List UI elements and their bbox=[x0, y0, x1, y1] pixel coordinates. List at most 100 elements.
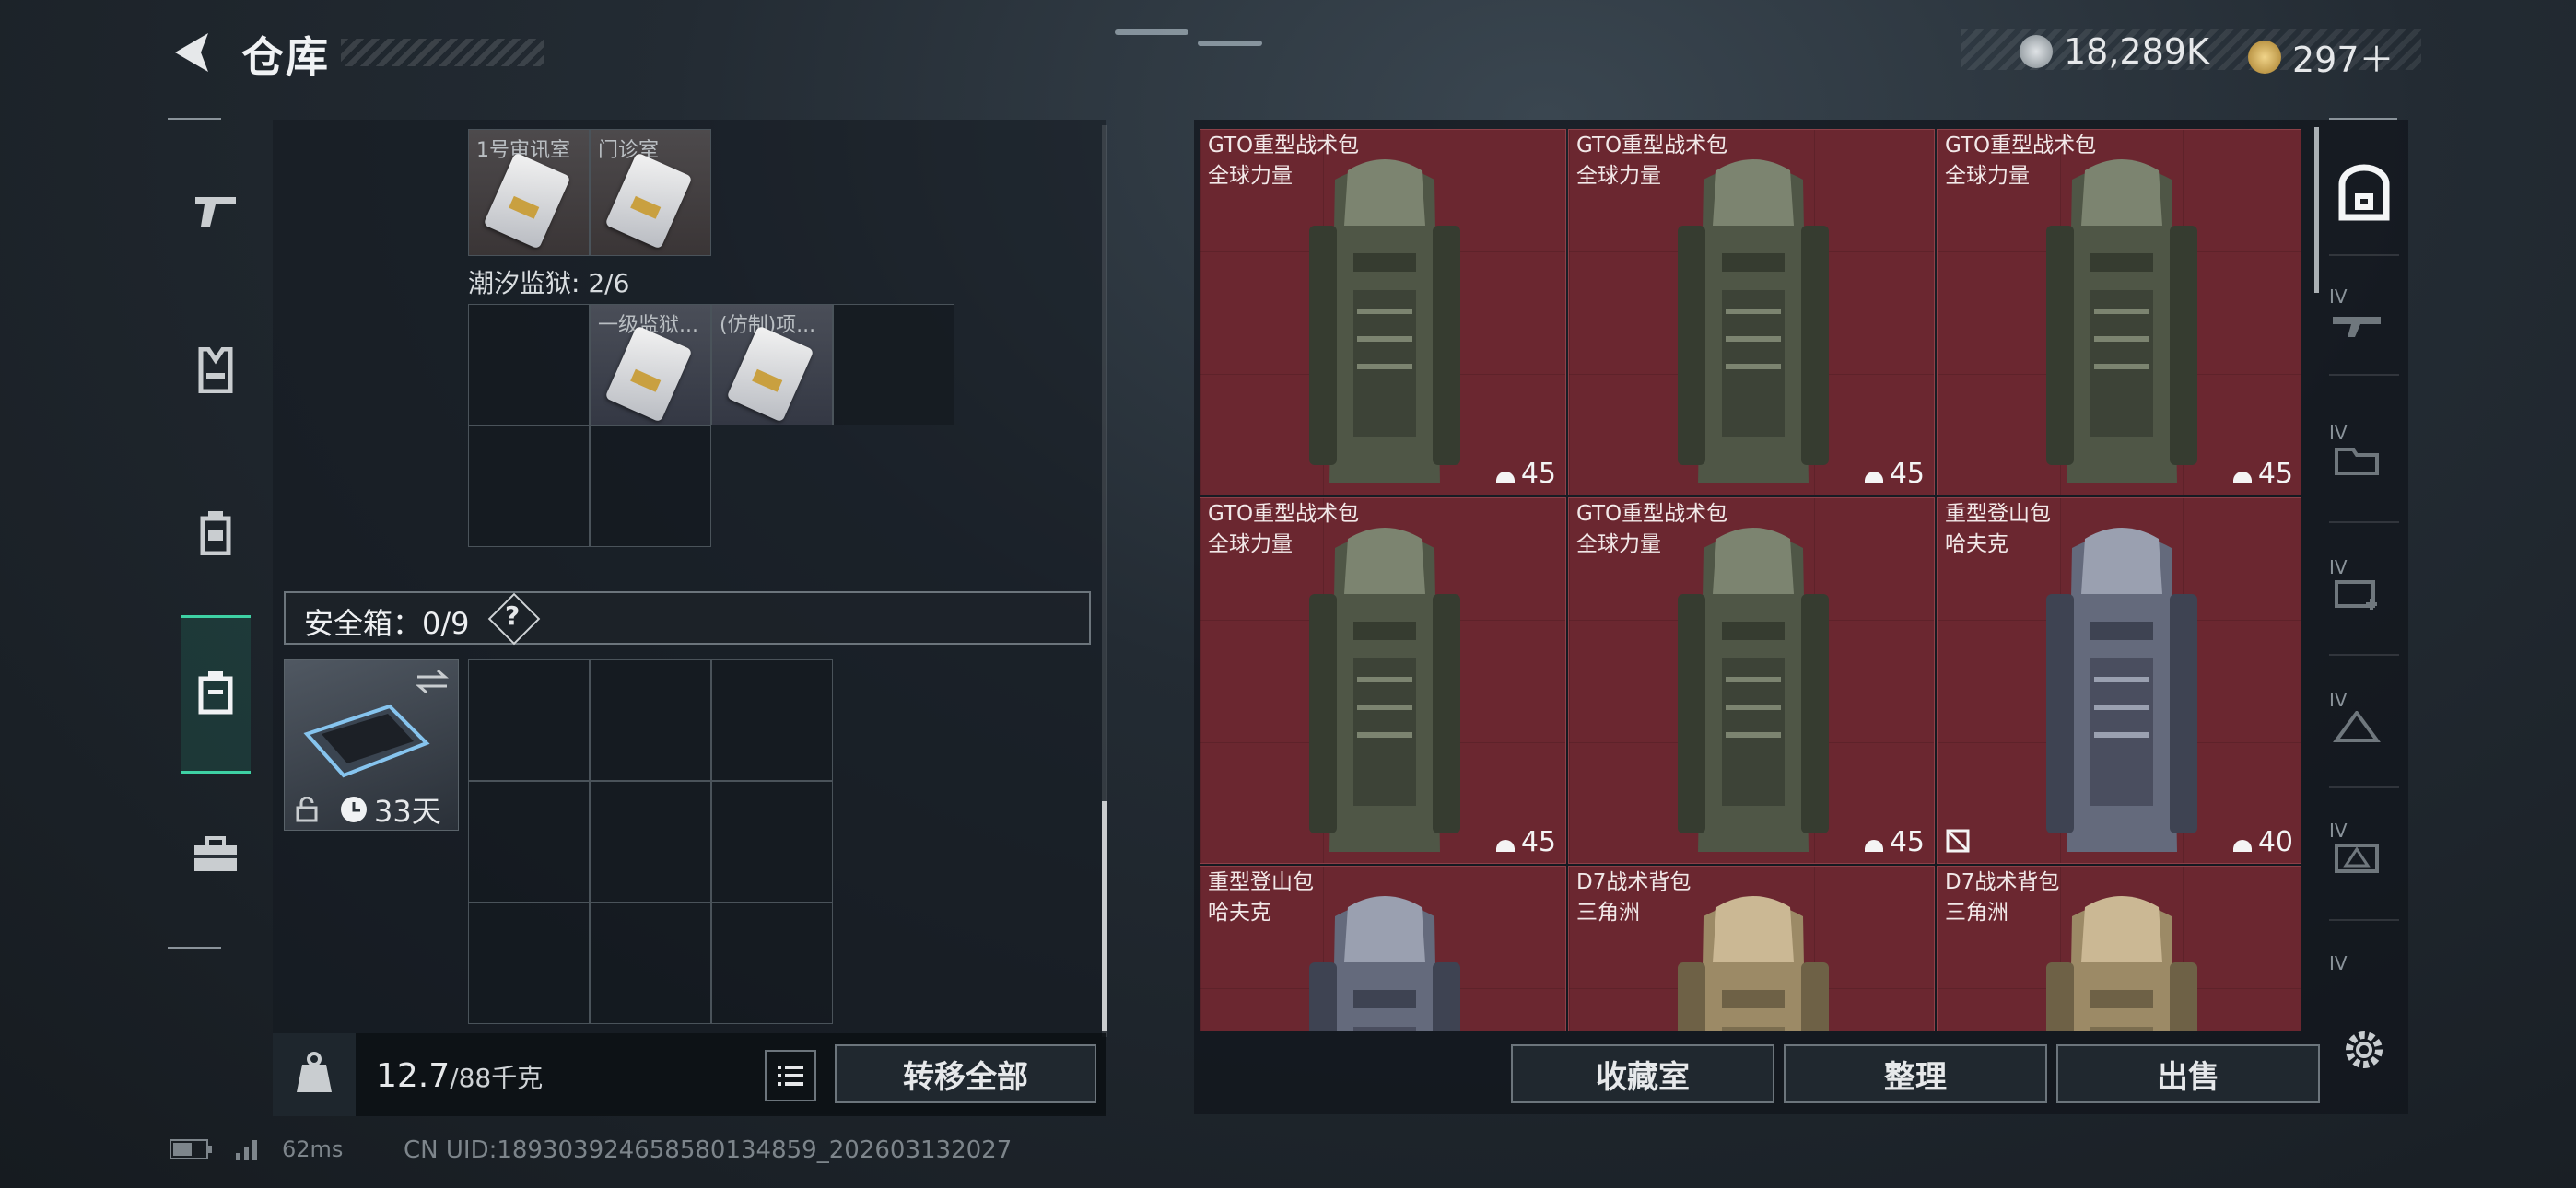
item-capacity-value: 45 bbox=[1520, 458, 1556, 490]
currency-secondary[interactable]: 297＋ bbox=[2248, 31, 2395, 82]
item-capacity: 45 bbox=[1493, 458, 1556, 490]
inventory-scrollbar[interactable] bbox=[2314, 127, 2319, 293]
back-icon[interactable] bbox=[168, 28, 217, 77]
ping-value: 62ms bbox=[282, 1136, 344, 1162]
backpack-image bbox=[1678, 896, 1829, 1031]
filter-tier-5[interactable]: IV bbox=[2329, 820, 2399, 890]
backpack-image bbox=[2046, 159, 2197, 483]
sell-button[interactable]: 出售 bbox=[2056, 1044, 2320, 1103]
item-brand: 哈夫克 bbox=[1208, 901, 1271, 925]
backpack-image bbox=[1309, 159, 1460, 483]
item-name: D7战术背包 bbox=[1576, 870, 1692, 894]
item-capacity: 45 bbox=[1862, 826, 1925, 858]
sort-button[interactable]: 整理 bbox=[1784, 1044, 2047, 1103]
item-capacity-value: 40 bbox=[2257, 826, 2293, 858]
all-items-icon bbox=[2338, 164, 2390, 221]
collection-room-button[interactable]: 收藏室 bbox=[1511, 1044, 1774, 1103]
folder-icon bbox=[2335, 448, 2379, 475]
empty-slot[interactable] bbox=[590, 659, 711, 781]
tier-label: IV bbox=[2329, 689, 2348, 711]
nav-safebox[interactable] bbox=[181, 658, 251, 728]
swap-icon[interactable] bbox=[416, 668, 449, 695]
item-name: 重型登山包 bbox=[1208, 870, 1314, 894]
prison-section-label: 潮汐监狱: 2/6 bbox=[468, 268, 630, 298]
filter-tier-1[interactable]: IV bbox=[2329, 285, 2399, 355]
nav-backpack[interactable] bbox=[181, 497, 251, 567]
empty-slot[interactable] bbox=[468, 903, 590, 1024]
backpack-image bbox=[1678, 528, 1829, 852]
item-capacity-value: 45 bbox=[1889, 458, 1925, 490]
vest-icon bbox=[198, 347, 233, 393]
lock-icon bbox=[296, 797, 318, 822]
gold-coin-icon bbox=[2248, 40, 2281, 74]
filter-tier-4[interactable]: IV bbox=[2329, 689, 2399, 759]
filter-tier-3[interactable]: IV bbox=[2329, 556, 2399, 626]
item-name: GTO重型战术包 bbox=[1576, 134, 1728, 157]
transfer-all-button[interactable]: 转移全部 bbox=[835, 1044, 1096, 1103]
item-slot[interactable]: 1号审讯室 bbox=[468, 129, 590, 256]
inventory-item[interactable]: 重型登山包 哈夫克 bbox=[1200, 866, 1566, 1031]
tier-label: IV bbox=[2329, 422, 2348, 444]
help-icon-glyph: ? bbox=[505, 600, 521, 631]
tier-label: IV bbox=[2329, 820, 2348, 842]
empty-slot[interactable] bbox=[468, 304, 590, 425]
item-capacity: 45 bbox=[1862, 458, 1925, 490]
backpack-icon bbox=[200, 511, 231, 555]
currency-secondary-value: 297＋ bbox=[2292, 40, 2395, 80]
helmet-icon bbox=[1495, 471, 1515, 483]
empty-slot[interactable] bbox=[833, 304, 954, 425]
item-name: GTO重型战术包 bbox=[1945, 134, 2097, 157]
item-capacity-value: 45 bbox=[1520, 826, 1556, 858]
inventory-item[interactable]: D7战术背包 三角洲 bbox=[1937, 866, 2301, 1031]
keycard-icon bbox=[604, 152, 693, 250]
inventory-grid: GTO重型战术包 全球力量 45 GTO重型战术包 全球力量 45 GTO重型战术包 全球力量… bbox=[1200, 129, 2301, 1031]
inventory-item[interactable]: 重型登山包 哈夫克 40 bbox=[1937, 497, 2301, 864]
item-brand: 三角洲 bbox=[1945, 901, 2008, 925]
filter-all[interactable] bbox=[2329, 162, 2399, 232]
filter-tier-6[interactable]: IV bbox=[2329, 952, 2399, 998]
empty-slot[interactable] bbox=[711, 781, 833, 903]
empty-slot[interactable] bbox=[468, 781, 590, 903]
nav-weapons[interactable] bbox=[181, 175, 251, 245]
item-slot[interactable]: 门诊室 bbox=[590, 129, 711, 256]
empty-slot[interactable] bbox=[590, 903, 711, 1024]
no-trade-icon bbox=[1946, 829, 1970, 853]
tier-label: IV bbox=[2329, 952, 2348, 974]
item-capacity-value: 45 bbox=[1889, 826, 1925, 858]
item-slot[interactable]: (仿制)项... bbox=[711, 304, 833, 425]
pistol-icon bbox=[195, 197, 236, 227]
list-view-button[interactable] bbox=[765, 1050, 816, 1101]
container-scroll-thumb[interactable] bbox=[1102, 801, 1107, 1031]
inventory-item[interactable]: D7战术背包 三角洲 bbox=[1568, 866, 1935, 1031]
safebox-days-value: 33天 bbox=[374, 794, 441, 829]
currency-primary[interactable]: 18,289K bbox=[2020, 31, 2209, 72]
nav-toolbox[interactable] bbox=[181, 820, 251, 890]
item-capacity: 40 bbox=[2231, 826, 2293, 858]
silver-coin-icon bbox=[2020, 35, 2053, 68]
currency-primary-value: 18,289K bbox=[2064, 31, 2209, 72]
nav-vest[interactable] bbox=[181, 335, 251, 405]
filter-tier-2[interactable]: IV bbox=[2329, 422, 2399, 492]
item-slot[interactable]: 一级监狱... bbox=[590, 304, 711, 425]
empty-slot[interactable] bbox=[711, 659, 833, 781]
item-brand: 全球力量 bbox=[1945, 164, 2030, 188]
rifle-icon bbox=[2333, 317, 2381, 337]
backpack-image bbox=[2046, 528, 2197, 852]
inventory-item[interactable]: GTO重型战术包 全球力量 45 bbox=[1200, 129, 1566, 495]
inventory-item[interactable]: GTO重型战术包 全球力量 45 bbox=[1200, 497, 1566, 864]
gear-icon[interactable] bbox=[2338, 1024, 2390, 1076]
empty-slot[interactable] bbox=[711, 903, 833, 1024]
empty-slot[interactable] bbox=[468, 659, 590, 781]
safebox-timer: 33天 bbox=[339, 788, 441, 831]
empty-slot[interactable] bbox=[468, 425, 590, 547]
tier-label: IV bbox=[2329, 285, 2348, 308]
inventory-item[interactable]: GTO重型战术包 全球力量 45 bbox=[1568, 497, 1935, 864]
signal-icon bbox=[236, 1140, 257, 1160]
empty-slot[interactable] bbox=[590, 425, 711, 547]
inventory-item[interactable]: GTO重型战术包 全球力量 45 bbox=[1937, 129, 2301, 495]
toolbox-icon bbox=[194, 836, 237, 871]
weight-kg-icon bbox=[273, 1033, 356, 1116]
inventory-item[interactable]: GTO重型战术包 全球力量 45 bbox=[1568, 129, 1935, 495]
item-name: GTO重型战术包 bbox=[1208, 134, 1360, 157]
empty-slot[interactable] bbox=[590, 781, 711, 903]
